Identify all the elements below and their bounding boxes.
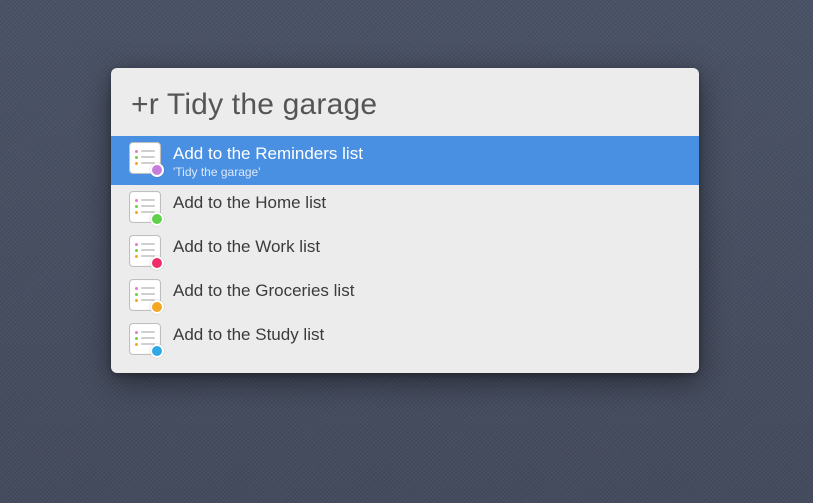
result-texts: Add to the Study list (173, 323, 324, 345)
reminders-list-icon (129, 279, 161, 311)
results-list: Add to the Reminders list'Tidy the garag… (111, 136, 699, 361)
result-texts: Add to the Groceries list (173, 279, 354, 301)
reminders-list-icon (129, 235, 161, 267)
reminders-list-icon (129, 323, 161, 355)
query-input[interactable]: +r Tidy the garage (111, 82, 699, 136)
result-label: Add to the Reminders list (173, 144, 363, 164)
result-item[interactable]: Add to the Study list (111, 317, 699, 361)
launcher-panel: +r Tidy the garage Add to the Reminders … (111, 68, 699, 373)
reminders-list-icon (129, 191, 161, 223)
result-item[interactable]: Add to the Reminders list'Tidy the garag… (111, 136, 699, 185)
result-item[interactable]: Add to the Home list (111, 185, 699, 229)
result-item[interactable]: Add to the Work list (111, 229, 699, 273)
result-label: Add to the Home list (173, 193, 326, 213)
result-item[interactable]: Add to the Groceries list (111, 273, 699, 317)
result-texts: Add to the Home list (173, 191, 326, 213)
result-label: Add to the Groceries list (173, 281, 354, 301)
result-texts: Add to the Reminders list'Tidy the garag… (173, 142, 363, 179)
result-label: Add to the Work list (173, 237, 320, 257)
result-subtitle: 'Tidy the garage' (173, 165, 363, 179)
reminders-list-icon (129, 142, 161, 174)
result-label: Add to the Study list (173, 325, 324, 345)
result-texts: Add to the Work list (173, 235, 320, 257)
